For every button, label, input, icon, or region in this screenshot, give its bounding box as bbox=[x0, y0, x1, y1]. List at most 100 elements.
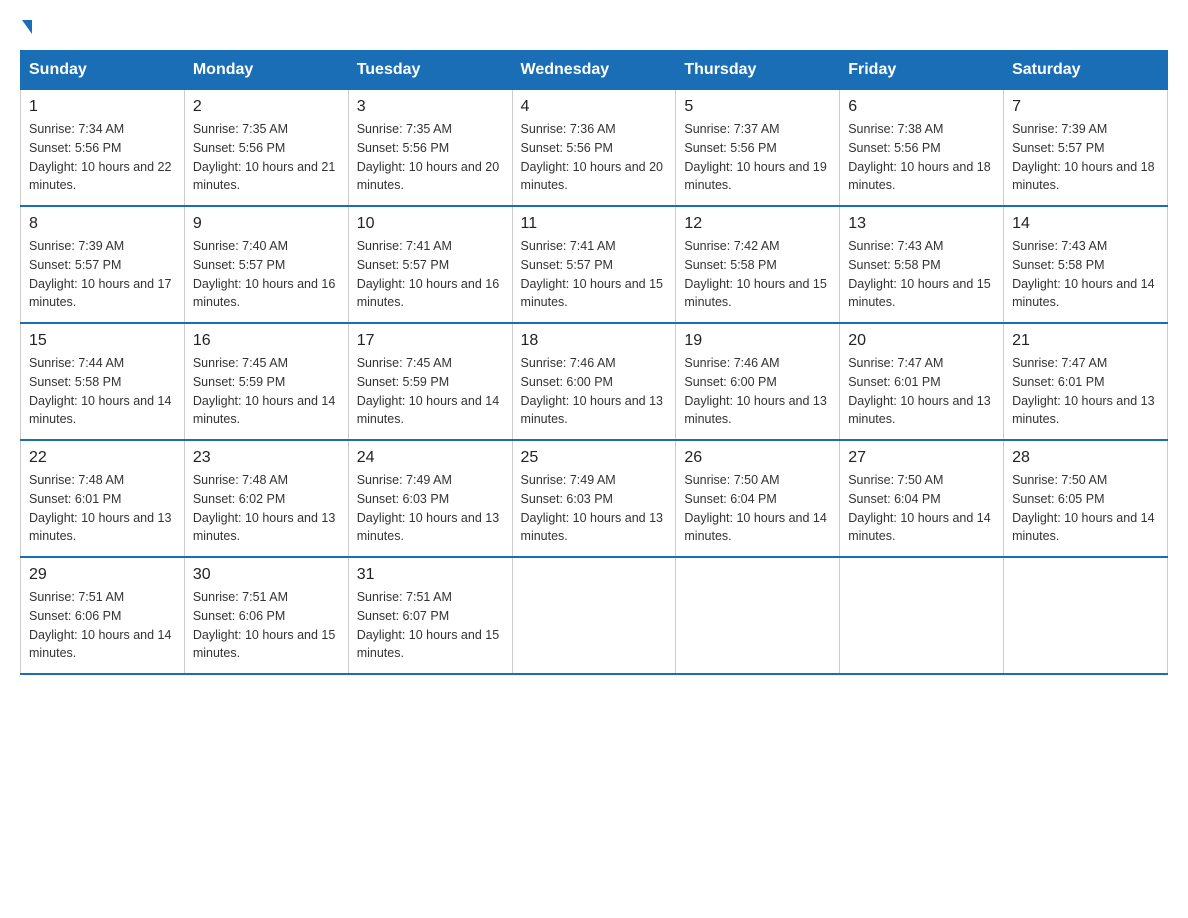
day-info: Sunrise: 7:51 AMSunset: 6:06 PMDaylight:… bbox=[193, 588, 340, 663]
calendar-cell: 25 Sunrise: 7:49 AMSunset: 6:03 PMDaylig… bbox=[512, 440, 676, 557]
day-number: 17 bbox=[357, 332, 504, 350]
day-number: 31 bbox=[357, 566, 504, 584]
day-number: 19 bbox=[684, 332, 831, 350]
day-info: Sunrise: 7:40 AMSunset: 5:57 PMDaylight:… bbox=[193, 237, 340, 312]
day-info: Sunrise: 7:50 AMSunset: 6:04 PMDaylight:… bbox=[684, 471, 831, 546]
day-number: 28 bbox=[1012, 449, 1159, 467]
day-info: Sunrise: 7:51 AMSunset: 6:06 PMDaylight:… bbox=[29, 588, 176, 663]
day-number: 3 bbox=[357, 98, 504, 116]
calendar-cell: 15 Sunrise: 7:44 AMSunset: 5:58 PMDaylig… bbox=[21, 323, 185, 440]
day-number: 2 bbox=[193, 98, 340, 116]
day-number: 27 bbox=[848, 449, 995, 467]
calendar-cell: 12 Sunrise: 7:42 AMSunset: 5:58 PMDaylig… bbox=[676, 206, 840, 323]
day-info: Sunrise: 7:39 AMSunset: 5:57 PMDaylight:… bbox=[29, 237, 176, 312]
day-number: 26 bbox=[684, 449, 831, 467]
calendar-header: SundayMondayTuesdayWednesdayThursdayFrid… bbox=[21, 51, 1168, 90]
day-info: Sunrise: 7:48 AMSunset: 6:01 PMDaylight:… bbox=[29, 471, 176, 546]
week-row-3: 15 Sunrise: 7:44 AMSunset: 5:58 PMDaylig… bbox=[21, 323, 1168, 440]
calendar-body: 1 Sunrise: 7:34 AMSunset: 5:56 PMDayligh… bbox=[21, 90, 1168, 675]
day-number: 30 bbox=[193, 566, 340, 584]
calendar-cell bbox=[840, 557, 1004, 674]
week-row-5: 29 Sunrise: 7:51 AMSunset: 6:06 PMDaylig… bbox=[21, 557, 1168, 674]
day-number: 29 bbox=[29, 566, 176, 584]
page-header bbox=[20, 20, 1168, 34]
day-info: Sunrise: 7:38 AMSunset: 5:56 PMDaylight:… bbox=[848, 120, 995, 195]
calendar-cell: 9 Sunrise: 7:40 AMSunset: 5:57 PMDayligh… bbox=[184, 206, 348, 323]
calendar-cell: 19 Sunrise: 7:46 AMSunset: 6:00 PMDaylig… bbox=[676, 323, 840, 440]
day-number: 5 bbox=[684, 98, 831, 116]
day-info: Sunrise: 7:50 AMSunset: 6:05 PMDaylight:… bbox=[1012, 471, 1159, 546]
calendar-cell: 11 Sunrise: 7:41 AMSunset: 5:57 PMDaylig… bbox=[512, 206, 676, 323]
calendar-cell: 29 Sunrise: 7:51 AMSunset: 6:06 PMDaylig… bbox=[21, 557, 185, 674]
day-number: 1 bbox=[29, 98, 176, 116]
calendar-cell: 16 Sunrise: 7:45 AMSunset: 5:59 PMDaylig… bbox=[184, 323, 348, 440]
day-info: Sunrise: 7:43 AMSunset: 5:58 PMDaylight:… bbox=[848, 237, 995, 312]
calendar-cell: 6 Sunrise: 7:38 AMSunset: 5:56 PMDayligh… bbox=[840, 90, 1004, 207]
day-info: Sunrise: 7:36 AMSunset: 5:56 PMDaylight:… bbox=[521, 120, 668, 195]
day-number: 15 bbox=[29, 332, 176, 350]
day-info: Sunrise: 7:39 AMSunset: 5:57 PMDaylight:… bbox=[1012, 120, 1159, 195]
calendar-table: SundayMondayTuesdayWednesdayThursdayFrid… bbox=[20, 50, 1168, 675]
calendar-cell: 7 Sunrise: 7:39 AMSunset: 5:57 PMDayligh… bbox=[1004, 90, 1168, 207]
day-number: 12 bbox=[684, 215, 831, 233]
calendar-cell: 18 Sunrise: 7:46 AMSunset: 6:00 PMDaylig… bbox=[512, 323, 676, 440]
calendar-cell: 2 Sunrise: 7:35 AMSunset: 5:56 PMDayligh… bbox=[184, 90, 348, 207]
calendar-cell: 26 Sunrise: 7:50 AMSunset: 6:04 PMDaylig… bbox=[676, 440, 840, 557]
day-info: Sunrise: 7:49 AMSunset: 6:03 PMDaylight:… bbox=[357, 471, 504, 546]
day-info: Sunrise: 7:50 AMSunset: 6:04 PMDaylight:… bbox=[848, 471, 995, 546]
day-number: 16 bbox=[193, 332, 340, 350]
calendar-cell: 23 Sunrise: 7:48 AMSunset: 6:02 PMDaylig… bbox=[184, 440, 348, 557]
calendar-cell bbox=[512, 557, 676, 674]
day-number: 6 bbox=[848, 98, 995, 116]
calendar-cell: 14 Sunrise: 7:43 AMSunset: 5:58 PMDaylig… bbox=[1004, 206, 1168, 323]
weekday-header-saturday: Saturday bbox=[1004, 51, 1168, 90]
day-number: 25 bbox=[521, 449, 668, 467]
day-info: Sunrise: 7:45 AMSunset: 5:59 PMDaylight:… bbox=[357, 354, 504, 429]
day-info: Sunrise: 7:46 AMSunset: 6:00 PMDaylight:… bbox=[684, 354, 831, 429]
day-info: Sunrise: 7:42 AMSunset: 5:58 PMDaylight:… bbox=[684, 237, 831, 312]
day-number: 4 bbox=[521, 98, 668, 116]
day-info: Sunrise: 7:35 AMSunset: 5:56 PMDaylight:… bbox=[357, 120, 504, 195]
day-number: 21 bbox=[1012, 332, 1159, 350]
week-row-4: 22 Sunrise: 7:48 AMSunset: 6:01 PMDaylig… bbox=[21, 440, 1168, 557]
day-number: 24 bbox=[357, 449, 504, 467]
day-info: Sunrise: 7:51 AMSunset: 6:07 PMDaylight:… bbox=[357, 588, 504, 663]
calendar-cell: 5 Sunrise: 7:37 AMSunset: 5:56 PMDayligh… bbox=[676, 90, 840, 207]
day-info: Sunrise: 7:35 AMSunset: 5:56 PMDaylight:… bbox=[193, 120, 340, 195]
day-info: Sunrise: 7:47 AMSunset: 6:01 PMDaylight:… bbox=[1012, 354, 1159, 429]
day-number: 13 bbox=[848, 215, 995, 233]
day-info: Sunrise: 7:49 AMSunset: 6:03 PMDaylight:… bbox=[521, 471, 668, 546]
day-number: 11 bbox=[521, 215, 668, 233]
day-number: 23 bbox=[193, 449, 340, 467]
calendar-cell: 1 Sunrise: 7:34 AMSunset: 5:56 PMDayligh… bbox=[21, 90, 185, 207]
week-row-1: 1 Sunrise: 7:34 AMSunset: 5:56 PMDayligh… bbox=[21, 90, 1168, 207]
weekday-header-sunday: Sunday bbox=[21, 51, 185, 90]
day-info: Sunrise: 7:34 AMSunset: 5:56 PMDaylight:… bbox=[29, 120, 176, 195]
day-info: Sunrise: 7:46 AMSunset: 6:00 PMDaylight:… bbox=[521, 354, 668, 429]
calendar-cell: 22 Sunrise: 7:48 AMSunset: 6:01 PMDaylig… bbox=[21, 440, 185, 557]
day-number: 14 bbox=[1012, 215, 1159, 233]
calendar-cell: 8 Sunrise: 7:39 AMSunset: 5:57 PMDayligh… bbox=[21, 206, 185, 323]
weekday-header-monday: Monday bbox=[184, 51, 348, 90]
day-number: 20 bbox=[848, 332, 995, 350]
calendar-cell: 3 Sunrise: 7:35 AMSunset: 5:56 PMDayligh… bbox=[348, 90, 512, 207]
calendar-cell: 21 Sunrise: 7:47 AMSunset: 6:01 PMDaylig… bbox=[1004, 323, 1168, 440]
day-info: Sunrise: 7:48 AMSunset: 6:02 PMDaylight:… bbox=[193, 471, 340, 546]
day-info: Sunrise: 7:41 AMSunset: 5:57 PMDaylight:… bbox=[357, 237, 504, 312]
logo bbox=[20, 20, 32, 34]
day-number: 18 bbox=[521, 332, 668, 350]
calendar-cell: 17 Sunrise: 7:45 AMSunset: 5:59 PMDaylig… bbox=[348, 323, 512, 440]
day-number: 7 bbox=[1012, 98, 1159, 116]
calendar-cell bbox=[676, 557, 840, 674]
day-info: Sunrise: 7:41 AMSunset: 5:57 PMDaylight:… bbox=[521, 237, 668, 312]
calendar-cell: 10 Sunrise: 7:41 AMSunset: 5:57 PMDaylig… bbox=[348, 206, 512, 323]
day-info: Sunrise: 7:43 AMSunset: 5:58 PMDaylight:… bbox=[1012, 237, 1159, 312]
day-info: Sunrise: 7:44 AMSunset: 5:58 PMDaylight:… bbox=[29, 354, 176, 429]
calendar-cell bbox=[1004, 557, 1168, 674]
calendar-cell: 20 Sunrise: 7:47 AMSunset: 6:01 PMDaylig… bbox=[840, 323, 1004, 440]
weekday-header-tuesday: Tuesday bbox=[348, 51, 512, 90]
calendar-cell: 30 Sunrise: 7:51 AMSunset: 6:06 PMDaylig… bbox=[184, 557, 348, 674]
day-number: 10 bbox=[357, 215, 504, 233]
calendar-cell: 13 Sunrise: 7:43 AMSunset: 5:58 PMDaylig… bbox=[840, 206, 1004, 323]
calendar-cell: 4 Sunrise: 7:36 AMSunset: 5:56 PMDayligh… bbox=[512, 90, 676, 207]
